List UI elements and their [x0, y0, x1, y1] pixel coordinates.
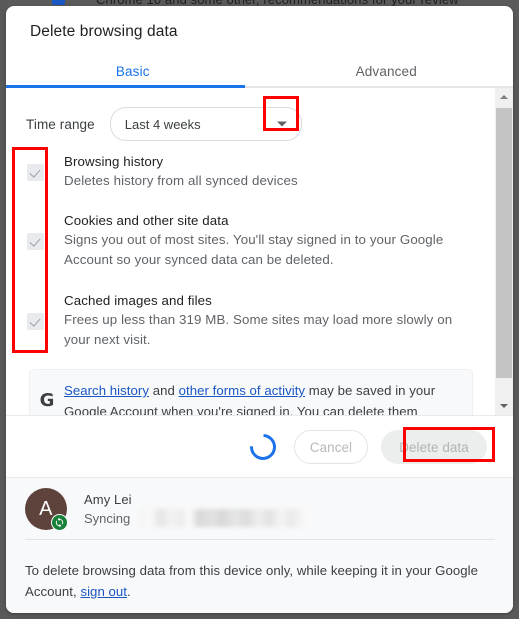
dialog-action-bar: Cancel Delete data	[6, 415, 513, 478]
google-info-text: Search history and other forms of activi…	[64, 380, 472, 415]
time-range-row: Time range Last 4 weeks	[6, 102, 496, 146]
sync-status-label: Syncing	[84, 511, 131, 526]
sync-icon	[51, 514, 68, 531]
dialog-title: Delete browsing data	[30, 23, 178, 40]
avatar[interactable]: A	[25, 488, 68, 531]
option-description: Signs you out of most sites. You'll stay…	[64, 232, 444, 267]
checkbox-cookies[interactable]	[27, 233, 44, 250]
tab-bar: Basic Advanced	[6, 55, 513, 87]
delete-browsing-data-dialog: Delete browsing data Basic Advanced Time…	[6, 6, 513, 613]
scroll-up-arrow-icon[interactable]	[495, 88, 513, 106]
option-title: Cached images and files	[64, 293, 212, 308]
redacted-email	[140, 509, 312, 527]
tab-basic[interactable]: Basic	[6, 55, 260, 87]
option-title: Browsing history	[64, 154, 164, 169]
time-range-value: Last 4 weeks	[124, 116, 201, 132]
option-browsing-history-text: Browsing history Deletes history from al…	[64, 154, 298, 191]
account-sync-status: Syncing	[84, 509, 312, 527]
sign-out-link[interactable]: sign out	[80, 584, 127, 599]
option-browsing-history[interactable]: Browsing history Deletes history from al…	[6, 154, 476, 191]
scrollbar-thumb[interactable]	[496, 108, 512, 378]
tab-advanced[interactable]: Advanced	[260, 55, 514, 87]
other-forms-of-activity-link[interactable]: other forms of activity	[179, 383, 305, 398]
vertical-scrollbar[interactable]	[495, 88, 513, 415]
option-cookies-text: Cookies and other site data Signs you ou…	[64, 213, 476, 270]
dialog-scroll-body: Time range Last 4 weeks Browsing history…	[6, 88, 513, 415]
search-history-link[interactable]: Search history	[64, 383, 149, 398]
google-info-mid: and	[149, 383, 179, 398]
option-description: Frees up less than 319 MB. Some sites ma…	[64, 312, 453, 347]
option-cookies[interactable]: Cookies and other site data Signs you ou…	[6, 213, 476, 270]
footer-text-after: .	[127, 584, 131, 599]
time-range-select[interactable]: Last 4 weeks	[109, 107, 302, 141]
account-strip[interactable]: A Amy Lei Syncing	[6, 477, 513, 540]
account-name: Amy Lei	[84, 492, 132, 507]
checkbox-cached-images[interactable]	[27, 313, 44, 330]
dialog-footer: To delete browsing data from this device…	[6, 540, 513, 613]
option-title: Cookies and other site data	[64, 213, 229, 228]
scroll-down-arrow-icon[interactable]	[495, 397, 513, 415]
loading-spinner-icon	[244, 428, 282, 466]
option-cached-images-text: Cached images and files Frees up less th…	[64, 293, 476, 350]
footer-text: To delete browsing data from this device…	[25, 560, 480, 602]
google-account-info-card: G Search history and other forms of acti…	[29, 369, 473, 415]
delete-data-button[interactable]: Delete data	[381, 430, 487, 464]
cancel-button[interactable]: Cancel	[294, 430, 368, 464]
google-g-icon: G	[39, 390, 55, 411]
checkbox-browsing-history[interactable]	[27, 164, 44, 181]
background-favicon	[52, 0, 65, 5]
chevron-down-icon[interactable]	[276, 121, 287, 127]
option-cached-images[interactable]: Cached images and files Frees up less th…	[6, 293, 476, 350]
account-text: Amy Lei Syncing	[84, 492, 312, 527]
time-range-label: Time range	[26, 116, 95, 132]
option-description: Deletes history from all synced devices	[64, 173, 298, 188]
